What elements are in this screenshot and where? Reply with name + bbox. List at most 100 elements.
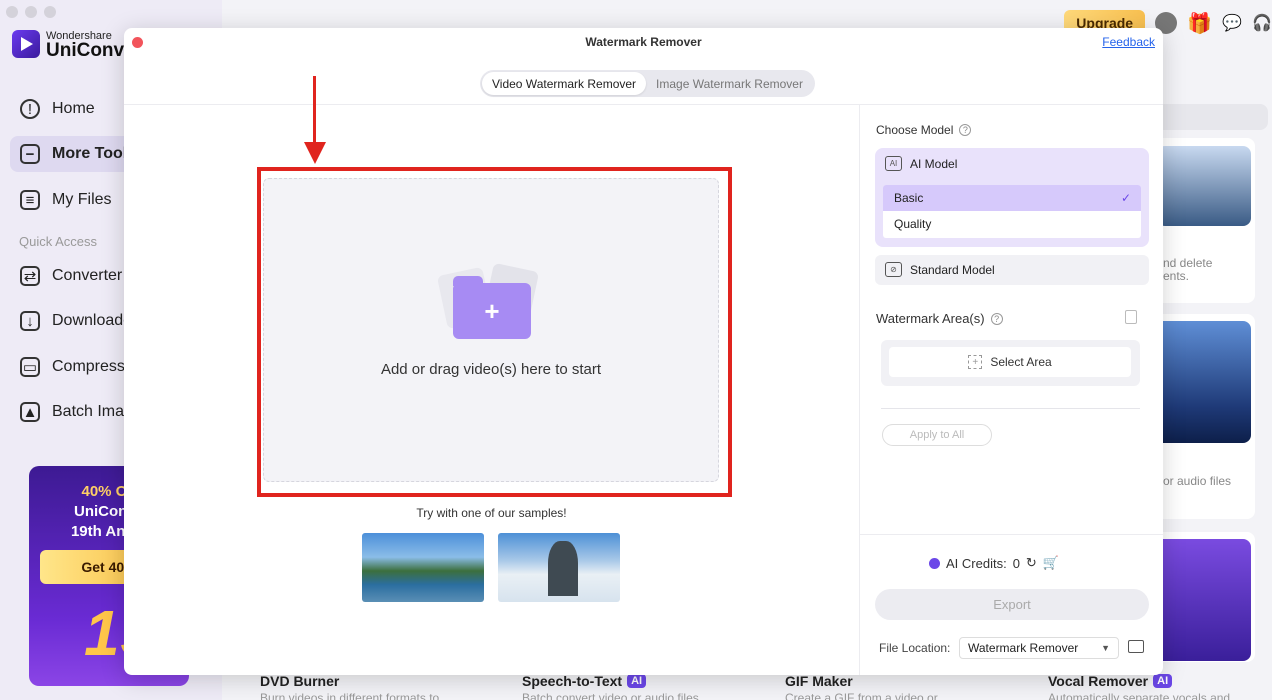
search-bar-bg xyxy=(1150,104,1268,130)
dialog-title: Watermark Remover xyxy=(585,35,702,49)
drop-zone-text: Add or drag video(s) here to start xyxy=(380,361,602,378)
tab-image-watermark-remover[interactable]: Image Watermark Remover xyxy=(646,72,813,95)
app-logo-icon xyxy=(12,30,40,58)
check-icon: ✓ xyxy=(1120,191,1131,205)
tool-title: GIF Maker xyxy=(785,673,853,689)
quick-access-heading: Quick Access xyxy=(19,234,98,249)
watermark-area-text: Watermark Area(s) xyxy=(876,311,985,326)
minimize-window-button[interactable] xyxy=(25,6,37,18)
option-quality[interactable]: Quality xyxy=(883,211,1141,237)
tool-desc: Batch convert video or audio files xyxy=(522,691,699,700)
samples-label: Try with one of our samples! xyxy=(416,506,567,520)
gift-icon[interactable]: 🎁 xyxy=(1187,11,1212,36)
tool-title-text: DVD Burner xyxy=(260,673,340,689)
choose-model-label: Choose Model ? xyxy=(876,123,972,137)
trash-icon[interactable] xyxy=(1125,310,1137,324)
header-divider xyxy=(124,104,1163,105)
choose-model-text: Choose Model xyxy=(876,123,954,137)
open-folder-icon[interactable] xyxy=(1128,640,1144,653)
ai-badge: AI xyxy=(1153,674,1173,688)
download-icon: ↓ xyxy=(20,311,40,331)
arrow-head-icon xyxy=(304,142,326,164)
export-button[interactable]: Export xyxy=(875,589,1149,620)
sidebar-item-label: Downloade xyxy=(52,312,133,329)
ai-model-label: AI Model xyxy=(910,156,958,171)
video-drop-zone[interactable]: + Add or drag video(s) here to start xyxy=(263,178,719,482)
sidebar-item-label: Home xyxy=(52,100,95,117)
divider xyxy=(881,408,1140,409)
tool-desc: Automatically separate vocals and xyxy=(1048,691,1231,700)
chat-icon[interactable]: 💬 xyxy=(1222,13,1242,33)
select-area-container: + Select Area xyxy=(881,340,1140,386)
tool-title-text: Vocal Remover xyxy=(1048,673,1149,689)
files-icon: ≡ xyxy=(20,190,40,210)
close-window-button[interactable] xyxy=(6,6,18,18)
standard-model-header: ⊘ Standard Model xyxy=(885,262,995,277)
headset-icon[interactable]: 🎧 xyxy=(1252,13,1272,33)
standard-model-card[interactable]: ⊘ Standard Model xyxy=(875,255,1149,285)
ai-model-options: Basic ✓ Quality xyxy=(883,185,1141,238)
cart-icon[interactable]: 🛒 xyxy=(1043,555,1059,571)
toolbox-icon: − xyxy=(20,144,40,164)
image-icon: ▲ xyxy=(20,402,40,422)
mode-tabs: Video Watermark Remover Image Watermark … xyxy=(480,70,815,97)
help-icon[interactable]: ? xyxy=(959,124,972,136)
tool-title-text: Speech-to-Text xyxy=(522,673,623,689)
tool-thumbnail xyxy=(1157,146,1251,226)
sidebar-item-label: Converter xyxy=(52,267,123,284)
tab-video-watermark-remover[interactable]: Video Watermark Remover xyxy=(482,72,647,95)
help-icon[interactable]: ? xyxy=(990,312,1003,325)
option-label: Basic xyxy=(894,191,924,205)
panel-divider xyxy=(859,105,860,675)
file-location-value: Watermark Remover xyxy=(968,641,1079,655)
sample-mountain xyxy=(548,541,578,596)
file-location-select[interactable]: Watermark Remover ▼ xyxy=(959,637,1119,659)
select-area-button[interactable]: + Select Area xyxy=(889,347,1131,377)
window-controls xyxy=(6,6,56,18)
tool-desc: ents. xyxy=(1163,269,1190,283)
tool-desc: Create a GIF from a video or xyxy=(785,691,938,700)
tool-title-text: GIF Maker xyxy=(785,673,853,689)
tool-title: DVD Burner xyxy=(260,673,339,689)
feedback-link[interactable]: Feedback xyxy=(1102,35,1155,49)
maximize-window-button[interactable] xyxy=(44,6,56,18)
tool-thumbnail xyxy=(1151,321,1251,443)
sidebar-item-label: Batch Imag xyxy=(52,403,133,420)
select-area-icon: + xyxy=(968,355,983,369)
sample-video-2[interactable] xyxy=(498,533,620,602)
apply-to-all-button[interactable]: Apply to All xyxy=(882,424,992,446)
tool-thumbnail xyxy=(1151,539,1251,661)
add-icon: + xyxy=(484,295,500,326)
ai-credits: AI Credits: 0 ↻ 🛒 xyxy=(929,555,1059,571)
ai-model-header: AI AI Model xyxy=(885,156,957,171)
credits-icon xyxy=(929,557,940,569)
option-basic[interactable]: Basic ✓ xyxy=(883,185,1141,211)
standard-model-icon: ⊘ xyxy=(885,262,902,277)
sidebar-item-label: Compress xyxy=(52,358,125,375)
refresh-icon[interactable]: ↻ xyxy=(1026,555,1037,571)
ai-model-card[interactable]: AI AI Model Basic ✓ Quality xyxy=(875,148,1149,247)
converter-icon: ⇄ xyxy=(20,266,40,286)
tool-title: Speech-to-Text AI xyxy=(522,673,647,689)
logo-title: UniConve xyxy=(46,40,135,61)
sidebar-item-label: My Files xyxy=(52,191,112,208)
credits-value: 0 xyxy=(1012,555,1020,571)
tool-desc: nd delete xyxy=(1163,256,1213,270)
chevron-down-icon: ▼ xyxy=(1101,643,1110,653)
watermark-area-label: Watermark Area(s) ? xyxy=(876,311,1003,326)
watermark-remover-dialog: Watermark Remover Feedback Video Waterma… xyxy=(124,28,1163,675)
home-icon: ! xyxy=(20,99,40,119)
tool-title: Vocal Remover AI xyxy=(1048,673,1173,689)
annotation-arrow xyxy=(313,76,316,146)
ai-model-icon: AI xyxy=(885,156,902,171)
tool-desc: Burn videos in different formats to xyxy=(260,691,440,700)
option-label: Quality xyxy=(894,217,932,231)
ai-badge: AI xyxy=(627,674,647,688)
tool-desc: or audio files xyxy=(1163,474,1232,488)
compress-icon: ▭ xyxy=(20,357,40,377)
standard-model-label: Standard Model xyxy=(910,262,995,277)
sample-video-1[interactable] xyxy=(362,533,484,602)
sidebar-item-label: More Tool xyxy=(52,145,128,162)
file-location-label: File Location: xyxy=(879,641,951,655)
divider xyxy=(860,534,1163,535)
